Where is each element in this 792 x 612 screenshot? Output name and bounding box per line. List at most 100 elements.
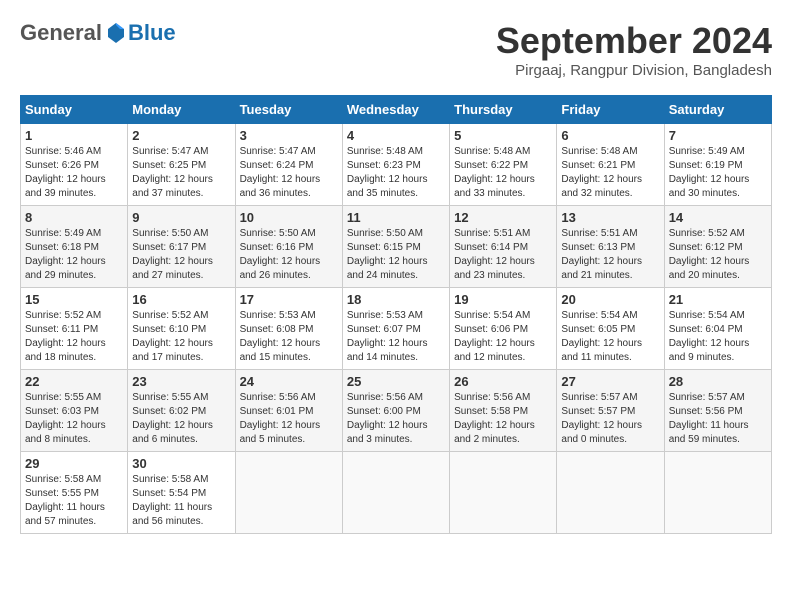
calendar-cell: 30Sunrise: 5:58 AMSunset: 5:54 PMDayligh… [128,452,235,534]
day-info: Sunrise: 5:56 AMSunset: 6:01 PMDaylight:… [240,391,338,447]
day-info: Sunrise: 5:57 AMSunset: 5:56 PMDaylight:… [669,391,767,447]
weekday-header-wednesday: Wednesday [342,96,449,124]
day-number: 21 [669,292,767,307]
calendar-cell: 8 Sunrise: 5:49 AMSunset: 6:18 PMDaylight… [21,206,128,288]
day-number: 7 [669,128,767,143]
calendar-cell: 10 Sunrise: 5:50 AMSunset: 6:16 PMDayligh… [235,206,342,288]
day-number: 30 [132,456,230,471]
calendar-cell: 18 Sunrise: 5:53 AMSunset: 6:07 PMDayligh… [342,288,449,370]
day-info: Sunrise: 5:47 AMSunset: 6:24 PMDaylight:… [240,145,338,201]
day-number: 24 [240,374,338,389]
week-row-3: 15 Sunrise: 5:52 AMSunset: 6:11 PMDayligh… [21,288,772,370]
day-info: Sunrise: 5:52 AMSunset: 6:11 PMDaylight:… [25,309,123,365]
day-info: Sunrise: 5:46 AMSunset: 6:26 PMDaylight:… [25,145,123,201]
calendar-cell: 14 Sunrise: 5:52 AMSunset: 6:12 PMDayligh… [664,206,771,288]
weekday-header-thursday: Thursday [450,96,557,124]
day-number: 1 [25,128,123,143]
calendar-cell: 4Sunrise: 5:48 AMSunset: 6:23 PMDaylight… [342,124,449,206]
calendar-cell: 11 Sunrise: 5:50 AMSunset: 6:15 PMDayligh… [342,206,449,288]
calendar-cell [342,452,449,534]
logo-blue: Blue [128,20,176,46]
day-number: 15 [25,292,123,307]
calendar-cell: 3 Sunrise: 5:47 AMSunset: 6:24 PMDaylight… [235,124,342,206]
day-info: Sunrise: 5:52 AMSunset: 6:10 PMDaylight:… [132,309,230,365]
day-number: 9 [132,210,230,225]
title-block: September 2024 Pirgaaj, Rangpur Division… [496,20,772,79]
day-number: 27 [561,374,659,389]
week-row-1: 1 Sunrise: 5:46 AMSunset: 6:26 PMDaylight… [21,124,772,206]
day-info: Sunrise: 5:50 AMSunset: 6:15 PMDaylight:… [347,227,445,283]
day-number: 12 [454,210,552,225]
weekday-header-row: SundayMondayTuesdayWednesdayThursdayFrid… [21,96,772,124]
day-number: 11 [347,210,445,225]
day-number: 20 [561,292,659,307]
location-subtitle: Pirgaaj, Rangpur Division, Bangladesh [496,62,772,79]
day-info: Sunrise: 5:53 AMSunset: 6:08 PMDaylight:… [240,309,338,365]
calendar-cell: 22Sunrise: 5:55 AMSunset: 6:03 PMDayligh… [21,370,128,452]
day-number: 26 [454,374,552,389]
calendar-cell: 29 Sunrise: 5:58 AMSunset: 5:55 PMDayligh… [21,452,128,534]
calendar-cell: 5 Sunrise: 5:48 AMSunset: 6:22 PMDaylight… [450,124,557,206]
page-header: General Blue September 2024 Pirgaaj, Ran… [20,20,772,79]
calendar-cell: 23 Sunrise: 5:55 AMSunset: 6:02 PMDayligh… [128,370,235,452]
day-number: 17 [240,292,338,307]
day-info: Sunrise: 5:49 AMSunset: 6:19 PMDaylight:… [669,145,767,201]
day-number: 5 [454,128,552,143]
day-info: Sunrise: 5:47 AMSunset: 6:25 PMDaylight:… [132,145,230,201]
day-number: 18 [347,292,445,307]
calendar-table: SundayMondayTuesdayWednesdayThursdayFrid… [20,95,772,534]
calendar-cell [557,452,664,534]
day-info: Sunrise: 5:55 AMSunset: 6:02 PMDaylight:… [132,391,230,447]
day-info: Sunrise: 5:58 AMSunset: 5:55 PMDaylight:… [25,473,123,529]
day-info: Sunrise: 5:50 AMSunset: 6:16 PMDaylight:… [240,227,338,283]
calendar-cell: 2 Sunrise: 5:47 AMSunset: 6:25 PMDaylight… [128,124,235,206]
day-info: Sunrise: 5:52 AMSunset: 6:12 PMDaylight:… [669,227,767,283]
week-row-4: 22Sunrise: 5:55 AMSunset: 6:03 PMDayligh… [21,370,772,452]
day-info: Sunrise: 5:48 AMSunset: 6:23 PMDaylight:… [347,145,445,201]
day-number: 8 [25,210,123,225]
weekday-header-friday: Friday [557,96,664,124]
month-title: September 2024 [496,20,772,62]
day-number: 28 [669,374,767,389]
calendar-cell [664,452,771,534]
day-info: Sunrise: 5:57 AMSunset: 5:57 PMDaylight:… [561,391,659,447]
calendar-cell: 28 Sunrise: 5:57 AMSunset: 5:56 PMDayligh… [664,370,771,452]
calendar-cell: 21Sunrise: 5:54 AMSunset: 6:04 PMDayligh… [664,288,771,370]
calendar-cell: 9 Sunrise: 5:50 AMSunset: 6:17 PMDaylight… [128,206,235,288]
day-info: Sunrise: 5:50 AMSunset: 6:17 PMDaylight:… [132,227,230,283]
day-info: Sunrise: 5:51 AMSunset: 6:13 PMDaylight:… [561,227,659,283]
day-number: 16 [132,292,230,307]
day-info: Sunrise: 5:56 AMSunset: 5:58 PMDaylight:… [454,391,552,447]
day-number: 2 [132,128,230,143]
day-info: Sunrise: 5:48 AMSunset: 6:22 PMDaylight:… [454,145,552,201]
calendar-cell: 27 Sunrise: 5:57 AMSunset: 5:57 PMDayligh… [557,370,664,452]
day-number: 23 [132,374,230,389]
week-row-5: 29 Sunrise: 5:58 AMSunset: 5:55 PMDayligh… [21,452,772,534]
day-number: 25 [347,374,445,389]
day-number: 3 [240,128,338,143]
logo-general: General [20,20,102,46]
day-info: Sunrise: 5:51 AMSunset: 6:14 PMDaylight:… [454,227,552,283]
day-info: Sunrise: 5:53 AMSunset: 6:07 PMDaylight:… [347,309,445,365]
day-info: Sunrise: 5:49 AMSunset: 6:18 PMDaylight:… [25,227,123,283]
calendar-cell: 13Sunrise: 5:51 AMSunset: 6:13 PMDayligh… [557,206,664,288]
day-number: 14 [669,210,767,225]
logo: General Blue [20,20,176,46]
weekday-header-saturday: Saturday [664,96,771,124]
day-number: 10 [240,210,338,225]
calendar-cell: 19 Sunrise: 5:54 AMSunset: 6:06 PMDayligh… [450,288,557,370]
calendar-cell: 7 Sunrise: 5:49 AMSunset: 6:19 PMDaylight… [664,124,771,206]
calendar-cell [235,452,342,534]
calendar-cell: 16 Sunrise: 5:52 AMSunset: 6:10 PMDayligh… [128,288,235,370]
day-number: 6 [561,128,659,143]
day-number: 19 [454,292,552,307]
day-info: Sunrise: 5:48 AMSunset: 6:21 PMDaylight:… [561,145,659,201]
calendar-cell: 25Sunrise: 5:56 AMSunset: 6:00 PMDayligh… [342,370,449,452]
weekday-header-monday: Monday [128,96,235,124]
calendar-cell: 15 Sunrise: 5:52 AMSunset: 6:11 PMDayligh… [21,288,128,370]
weekday-header-sunday: Sunday [21,96,128,124]
day-number: 29 [25,456,123,471]
day-info: Sunrise: 5:54 AMSunset: 6:05 PMDaylight:… [561,309,659,365]
day-info: Sunrise: 5:54 AMSunset: 6:06 PMDaylight:… [454,309,552,365]
calendar-cell: 1 Sunrise: 5:46 AMSunset: 6:26 PMDaylight… [21,124,128,206]
